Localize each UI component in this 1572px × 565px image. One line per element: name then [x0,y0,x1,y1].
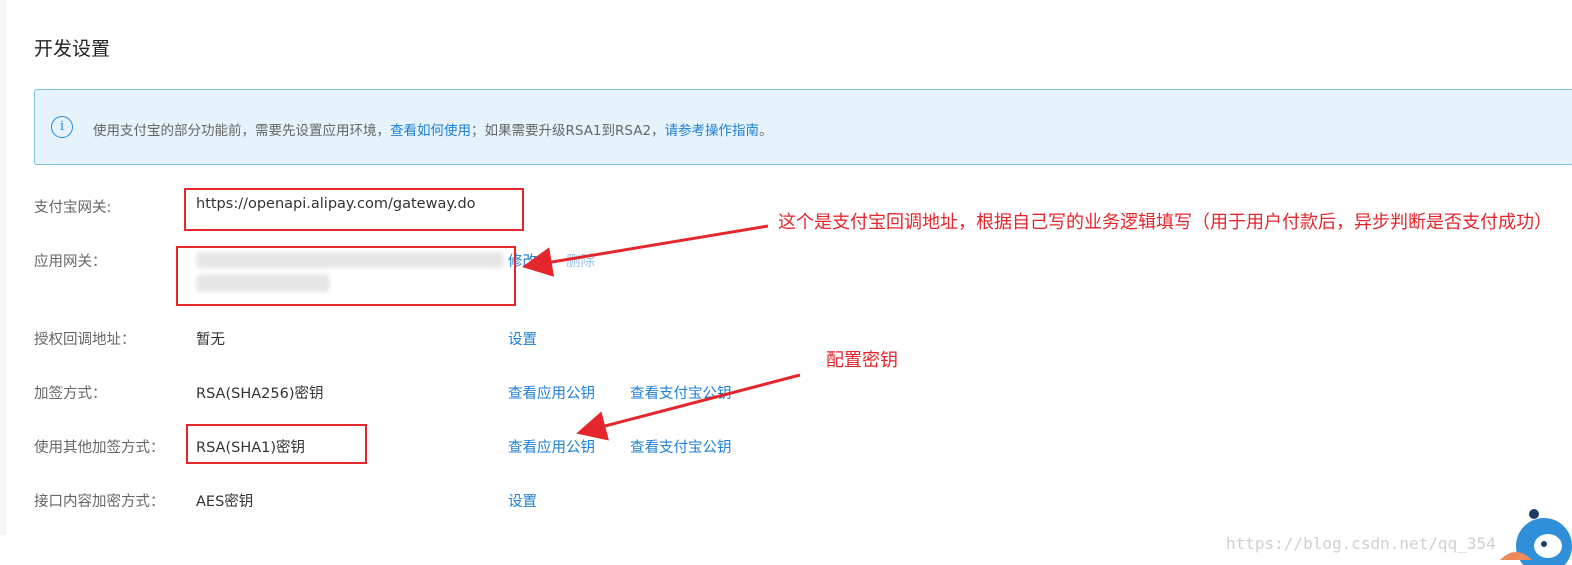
delete-app-gateway-link[interactable]: 删除 [566,250,595,271]
sign-method-value: RSA(SHA256)密钥 [196,386,324,402]
app-gateway-label: 应用网关： [34,254,107,270]
callback-arrow [522,224,769,277]
content-encrypt-label: 接口内容加密方式： [34,494,165,510]
view-alipay-public-key-link[interactable]: 查看支付宝公钥 [630,382,732,403]
auth-callback-label: 授权回调地址： [34,332,136,348]
view-alipay-public-key-link-2[interactable]: 查看支付宝公钥 [630,436,732,457]
left-edge [0,0,6,535]
key-annotation: 配置密钥 [826,350,898,371]
other-sign-highlight-box [186,424,367,464]
callback-annotation: 这个是支付宝回调地址，根据自己写的业务逻辑填写（用于用户付款后，异步判断是否支付… [778,212,1552,233]
guide-link[interactable]: 请参考操作指南 [665,123,760,139]
info-text: 使用支付宝的部分功能前，需要先设置应用环境，查看如何使用；如果需要升级RSA1到… [93,119,773,139]
set-auth-callback-link[interactable]: 设置 [508,328,537,349]
other-sign-label: 使用其他加签方式： [34,440,165,456]
app-gateway-highlight-box [176,246,516,306]
set-content-encrypt-link[interactable]: 设置 [508,490,537,511]
info-icon: i [51,116,73,138]
mascot-icon [1500,509,1572,565]
auth-callback-value: 暂无 [196,332,225,348]
how-to-use-link[interactable]: 查看如何使用 [390,123,471,139]
banner-text-middle: ；如果需要升级RSA1到RSA2， [471,123,665,139]
view-app-public-key-link-2[interactable]: 查看应用公钥 [508,436,595,457]
gateway-label: 支付宝网关: [34,200,112,216]
banner-text-before: 使用支付宝的部分功能前，需要先设置应用环境， [93,123,390,139]
content-encrypt-value: AES密钥 [196,494,254,510]
page-title: 开发设置 [34,38,111,60]
gateway-highlight-box [184,188,524,231]
info-banner: i 使用支付宝的部分功能前，需要先设置应用环境，查看如何使用；如果需要升级RSA… [34,89,1572,165]
sign-method-label: 加签方式： [34,386,107,402]
banner-text-after: 。 [759,123,773,139]
watermark: https://blog.csdn.net/qq_354 [1226,534,1496,553]
view-app-public-key-link[interactable]: 查看应用公钥 [508,382,595,403]
